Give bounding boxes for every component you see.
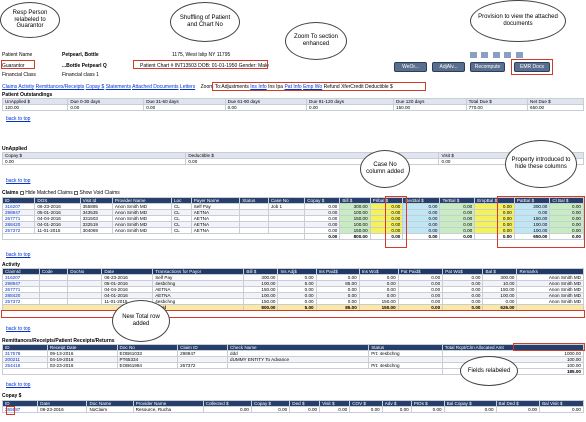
unapplied-val: 0.00 xyxy=(1,158,187,165)
copay-cell: 0.00 xyxy=(381,406,412,413)
financial-class-value: Financial class 1 xyxy=(62,72,99,78)
back-to-top-link[interactable]: back to top xyxy=(6,116,30,122)
copay-cell: 0.00 xyxy=(289,406,321,413)
show-void-label: Show Void Claims xyxy=(79,190,120,196)
copay-cell: 0.00 xyxy=(319,406,351,413)
adjalv-button[interactable]: AdjAlv... xyxy=(432,62,465,72)
back-to-top-link[interactable]: back to top xyxy=(6,178,30,184)
fields-highlight xyxy=(513,343,585,351)
calendar-icon[interactable] xyxy=(504,52,512,58)
show-void-checkbox[interactable] xyxy=(74,190,79,195)
copay-cell: 0.00 xyxy=(539,406,584,413)
emr-docs-highlight xyxy=(511,59,553,75)
copay-cell: 0.00 xyxy=(202,406,253,413)
copay-cell: NoClaim xyxy=(86,406,134,413)
copay-cell: 06-23-2016 xyxy=(37,406,88,413)
copay-cell: 0.00 xyxy=(410,406,445,413)
nav-attached-documents[interactable]: Attached Documents xyxy=(132,84,178,90)
guarantor-name: ...Bottle Petpearl Q xyxy=(62,63,107,69)
back-to-top-link[interactable]: back to top xyxy=(6,326,30,332)
copay-table: ID Date Doc Name Provider Name Collected $ Co… xyxy=(1,400,584,413)
copay-cell: 0.00 xyxy=(349,406,383,413)
patient-info-highlight xyxy=(133,60,268,69)
outstanding-val: 0.00 xyxy=(67,104,145,111)
copay-cell: 0.00 xyxy=(443,406,497,413)
copay-title: Copay $ xyxy=(2,393,22,399)
callout-property: Property introduced to hide these column… xyxy=(505,140,577,188)
unapplied-table: Copay $ Deductible $ Visit $ 0.00 0.00 0.00 xyxy=(1,152,584,165)
total-row-highlight xyxy=(1,310,585,318)
callout-shuffle: Shuffling of Patient and Chart No xyxy=(170,2,240,42)
nav-activity[interactable]: Activity xyxy=(18,84,34,90)
chart-icon[interactable] xyxy=(515,52,523,58)
case-no-highlight xyxy=(385,196,407,248)
claims-toolbar: Claims Hide Matched Claims Show Void Cla… xyxy=(2,190,120,196)
nav-remittances[interactable]: Remittances/Receipts xyxy=(36,84,85,90)
outstanding-val: 770.00 xyxy=(465,104,529,111)
claims-total-cell: 0.00 xyxy=(439,233,476,240)
claims-total-cell: 0.00 xyxy=(304,233,341,240)
hide-matched-label: Hide Matched Claims xyxy=(25,190,73,196)
callout-total-row: New Total row added xyxy=(112,300,170,342)
activity-table: ClaimId Code DocNo Date Transactions for Pay… xyxy=(1,268,584,311)
hidden-columns-highlight xyxy=(497,196,585,248)
claims-title: Claims xyxy=(2,190,19,196)
copay-cell: 0.00 xyxy=(250,406,291,413)
remit-total-spacer xyxy=(2,368,443,375)
back-to-top-link[interactable]: back to top xyxy=(6,382,30,388)
outstanding-val: 0.00 xyxy=(224,104,308,111)
patient-address: 1175, West Islip NY 11795 xyxy=(172,52,231,58)
claims-total-cell: 800.00 xyxy=(339,233,371,240)
claims-total-cell: 0.00 xyxy=(402,233,441,240)
callout-case-no: Case No column added xyxy=(360,150,410,188)
callout-provision: Provision to view the attached documents xyxy=(470,0,566,42)
claims-total-spacer xyxy=(1,233,306,240)
recompute-button[interactable]: Recompute xyxy=(470,62,505,72)
mail-icon[interactable] xyxy=(492,52,500,58)
callout-fields: Fields relabeled xyxy=(460,356,518,386)
attachment-highlight xyxy=(6,406,15,415)
patient-name-label: Patient Name xyxy=(2,52,33,58)
weor-button[interactable]: WeOr... xyxy=(394,62,427,72)
guarantor-highlight xyxy=(1,60,35,69)
outstanding-val: 650.00 xyxy=(527,104,584,111)
outstanding-val: 150.00 xyxy=(393,104,467,111)
outstanding-val: 0.00 xyxy=(143,104,226,111)
back-to-top-link[interactable]: back to top xyxy=(6,252,30,258)
nav-statements[interactable]: Statements xyxy=(106,84,131,90)
outstanding-val: 0.00 xyxy=(306,104,395,111)
patient-name: Petpearl, Bottle xyxy=(62,52,99,58)
nav-letters[interactable]: Letters xyxy=(180,84,195,90)
financial-class-label: Financial Class xyxy=(2,72,36,78)
print-icon[interactable] xyxy=(470,52,477,58)
note-icon[interactable] xyxy=(481,52,489,58)
copay-row[interactable]: 355887 06-23-2016 NoClaim Resource, Rucha 0.… xyxy=(1,406,584,413)
nav-copay[interactable]: Copay $ xyxy=(86,84,105,90)
hide-matched-checkbox[interactable] xyxy=(19,190,24,195)
nav-claims[interactable]: Claims xyxy=(2,84,17,90)
callout-guarantor: Resp Person relabeled to Guarantor xyxy=(0,2,60,38)
outstanding-table: UnApplied $ Due 0-30 days Due 31-60 days Du… xyxy=(1,98,584,111)
zoom-highlight xyxy=(212,82,426,91)
copay-cell: Resource, Rucha xyxy=(132,406,204,413)
copay-cell: 0.00 xyxy=(495,406,541,413)
outstanding-val: 120.00 xyxy=(1,104,69,111)
